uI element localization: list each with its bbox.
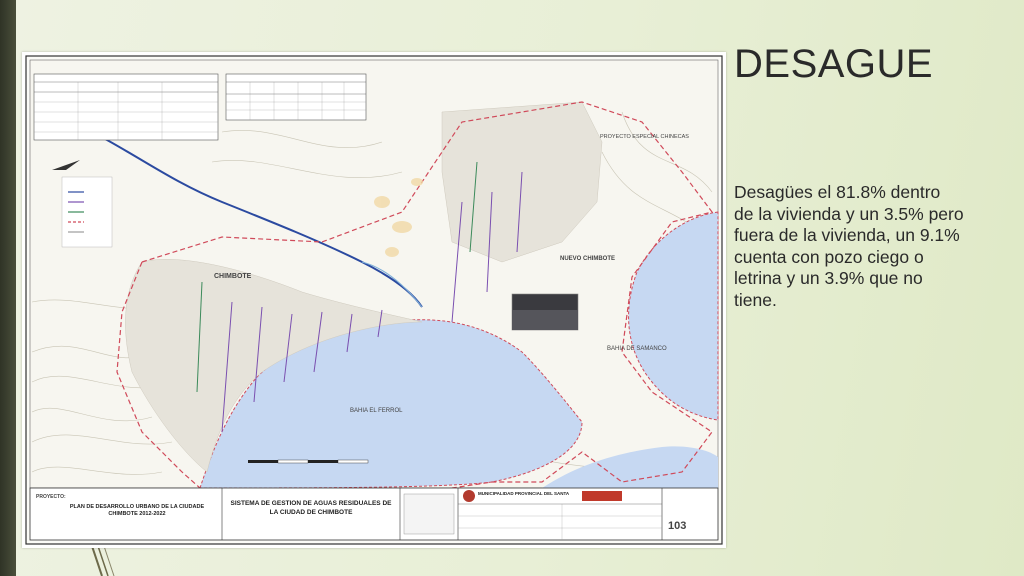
slide-title: DESAGUE xyxy=(734,42,934,86)
data-table-right xyxy=(225,73,367,121)
legend xyxy=(61,176,113,248)
scale-bar xyxy=(248,459,369,464)
title-block-sheet-title: SISTEMA DE GESTION DE AGUAS RESIDUALES D… xyxy=(230,500,392,516)
title-block-proyecto-label: PROYECTO: xyxy=(36,494,66,500)
sewage-map-image: CHIMBOTE NUEVO CHIMBOTE BAHIA EL FERROL … xyxy=(22,52,726,548)
label-bahia-samanco: BAHIA DE SAMANCO xyxy=(607,346,667,352)
label-nuevo-chimbote: NUEVO CHIMBOTE xyxy=(560,256,615,262)
title-block-municipality: MUNICIPALIDAD PROVINCIAL DEL SANTA xyxy=(478,491,570,496)
label-proyecto-chinecas: PROYECTO ESPECIAL CHINECAS xyxy=(600,134,689,140)
label-chimbote: CHIMBOTE xyxy=(214,273,252,280)
slide-body-text: Desagües el 81.8% dentro de la vivienda … xyxy=(734,182,964,310)
label-bahia-ferrol: BAHIA EL FERROL xyxy=(350,408,403,414)
data-table-left xyxy=(33,73,219,141)
title-block-project-name: PLAN DE DESARROLLO URBANO DE LA CIUDADE … xyxy=(69,504,205,517)
map-drawing: CHIMBOTE NUEVO CHIMBOTE BAHIA EL FERROL … xyxy=(25,55,723,545)
sheet-number: 103 xyxy=(668,520,686,532)
left-accent-bar xyxy=(0,0,16,576)
